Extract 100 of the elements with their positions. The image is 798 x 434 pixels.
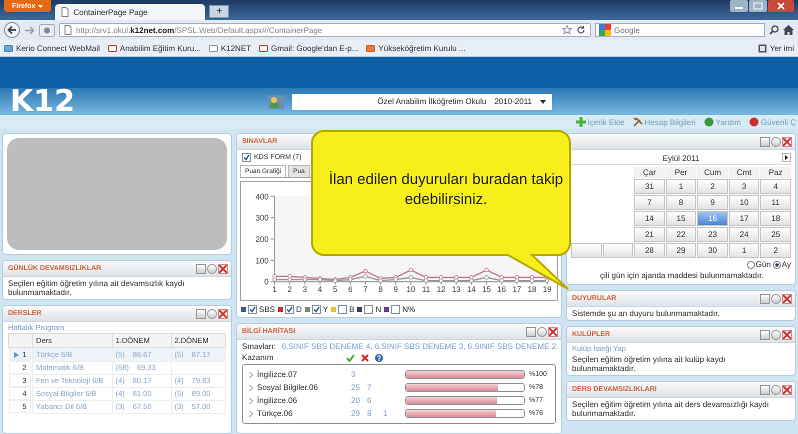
calendar-day[interactable]: 2 bbox=[760, 243, 791, 258]
close-icon[interactable] bbox=[782, 330, 792, 340]
point bbox=[288, 277, 292, 282]
new-tab-button[interactable]: + bbox=[209, 5, 230, 18]
checkbox[interactable] bbox=[391, 305, 400, 314]
radio-button[interactable] bbox=[746, 260, 755, 268]
x-tick-label: 3 bbox=[302, 284, 308, 294]
calendar-day[interactable]: 25 bbox=[760, 227, 791, 242]
next-month-icon[interactable] bbox=[782, 153, 791, 162]
calendar-day[interactable]: 21 bbox=[634, 227, 665, 242]
calendar-day[interactable]: 7 bbox=[634, 195, 665, 210]
refresh-icon[interactable] bbox=[207, 264, 217, 274]
wrong-count: 7 bbox=[367, 383, 372, 392]
bookmark-link[interactable]: Anabilim Eğitim Kuru... bbox=[108, 44, 201, 52]
refresh-icon[interactable] bbox=[207, 308, 217, 318]
minimize-icon[interactable] bbox=[196, 308, 206, 318]
legend-label: B bbox=[349, 305, 354, 314]
calendar-day[interactable]: 29 bbox=[666, 243, 696, 258]
bookmark-link[interactable]: Yükseköğretim Kurulu ... bbox=[366, 44, 466, 52]
point bbox=[363, 268, 368, 274]
minimize-icon[interactable] bbox=[760, 294, 770, 304]
bookmark-link[interactable]: K12NET bbox=[208, 44, 252, 52]
address-field[interactable]: http://srv1.okul.k12net.com/SPSL.Web/Default.aspx#/ContainerPage bbox=[59, 23, 591, 37]
maximize-icon[interactable] bbox=[749, 0, 767, 12]
radio-button[interactable] bbox=[772, 260, 781, 268]
browser-tab[interactable]: ContainerPage Page bbox=[55, 4, 206, 20]
weekday-label: Cum bbox=[697, 167, 728, 178]
calendar-day[interactable]: 2 bbox=[697, 179, 728, 194]
close-icon[interactable] bbox=[218, 264, 228, 274]
home-icon[interactable] bbox=[783, 25, 794, 35]
site-identity-icon[interactable] bbox=[39, 24, 55, 36]
attendance-message: Seçilen eğitim öğretim yılına ait devamsızlık kaydı bulunmamaktadır. bbox=[8, 279, 186, 297]
calendar-day[interactable]: 18 bbox=[760, 211, 791, 226]
expand-icon[interactable] bbox=[249, 372, 253, 378]
minimize-icon[interactable] bbox=[760, 136, 770, 146]
exams-label: Sınavları: bbox=[242, 342, 276, 351]
calendar-day[interactable]: 23 bbox=[697, 227, 728, 242]
bookmarks-menu[interactable]: Yer imi bbox=[758, 44, 794, 52]
checkbox[interactable] bbox=[364, 305, 374, 314]
refresh-icon[interactable] bbox=[771, 384, 781, 394]
calendar-day[interactable]: 28 bbox=[634, 243, 665, 258]
close-icon[interactable] bbox=[218, 308, 228, 318]
calendar-day[interactable]: 30 bbox=[697, 243, 728, 258]
calendar-day[interactable] bbox=[571, 243, 602, 258]
minimize-icon[interactable] bbox=[526, 326, 536, 336]
calendar-day[interactable] bbox=[602, 243, 634, 258]
calendar-day[interactable]: 15 bbox=[666, 211, 696, 226]
calendar-day[interactable]: 31 bbox=[634, 179, 665, 194]
point bbox=[363, 274, 368, 279]
question-icon bbox=[375, 354, 383, 362]
expand-icon[interactable] bbox=[249, 398, 253, 404]
calendar-day[interactable]: 11 bbox=[760, 195, 791, 210]
reload-icon[interactable] bbox=[576, 25, 586, 35]
minimize-icon[interactable] bbox=[760, 330, 770, 340]
calendar-day[interactable]: 4 bbox=[760, 179, 791, 194]
close-icon[interactable] bbox=[782, 384, 792, 394]
url-text: http://srv1.okul.k12net.com/SPSL.Web/Default.aspx#/ContainerPage bbox=[76, 26, 324, 34]
checkbox[interactable] bbox=[248, 305, 257, 314]
help-icon bbox=[704, 117, 714, 127]
x-tick-label: 19 bbox=[542, 284, 552, 294]
minimize-icon[interactable] bbox=[196, 264, 206, 274]
search-field[interactable]: Google bbox=[595, 23, 765, 37]
refresh-icon[interactable] bbox=[771, 330, 781, 340]
calendar-day[interactable]: 14 bbox=[634, 211, 665, 226]
calendar-day[interactable]: 3 bbox=[728, 179, 760, 194]
correct-count: 25 bbox=[351, 383, 360, 392]
bookmarks-icon bbox=[758, 44, 767, 52]
calendar-day[interactable]: 1 bbox=[728, 243, 760, 258]
refresh-icon[interactable] bbox=[537, 326, 547, 336]
expand-icon[interactable] bbox=[249, 410, 253, 416]
refresh-icon[interactable] bbox=[771, 294, 781, 304]
star-icon[interactable] bbox=[562, 25, 572, 35]
weekday-label: Cmt bbox=[728, 167, 760, 178]
close-icon[interactable] bbox=[782, 136, 792, 146]
bookmark-link[interactable]: Gmail: Google'dan E-p... bbox=[259, 44, 358, 52]
calendar-day[interactable]: 8 bbox=[666, 195, 696, 210]
checkbox[interactable] bbox=[312, 305, 321, 314]
school-dropdown[interactable]: Özel Anabilim İlköğretim Okulu 2010-2011 bbox=[292, 94, 552, 110]
checkbox[interactable] bbox=[242, 153, 251, 162]
calendar-day[interactable]: 10 bbox=[728, 195, 760, 210]
logo: K12 bbox=[10, 88, 76, 115]
refresh-icon[interactable] bbox=[771, 136, 781, 146]
minimize-icon[interactable] bbox=[730, 0, 748, 12]
close-icon[interactable] bbox=[782, 294, 792, 304]
topic-name: Sosyal Bilgiler.06 bbox=[257, 383, 319, 392]
expand-icon[interactable] bbox=[249, 384, 253, 390]
back-icon[interactable] bbox=[4, 22, 20, 38]
checkbox[interactable] bbox=[285, 305, 294, 314]
minimize-icon[interactable] bbox=[760, 384, 770, 394]
forward-icon[interactable] bbox=[24, 24, 35, 36]
close-icon[interactable] bbox=[548, 326, 558, 336]
search-icon[interactable] bbox=[769, 25, 779, 35]
bookmark-link[interactable]: Kerio Connect WebMail bbox=[4, 44, 100, 52]
calendar-day[interactable]: 1 bbox=[666, 179, 696, 194]
calendar-day[interactable]: 9 bbox=[697, 195, 728, 210]
close-icon[interactable] bbox=[768, 0, 794, 12]
calendar-day[interactable]: 24 bbox=[728, 227, 760, 242]
checkbox[interactable] bbox=[338, 305, 348, 314]
calendar-day[interactable]: 22 bbox=[666, 227, 696, 242]
calendar-day[interactable]: 17 bbox=[728, 211, 760, 226]
